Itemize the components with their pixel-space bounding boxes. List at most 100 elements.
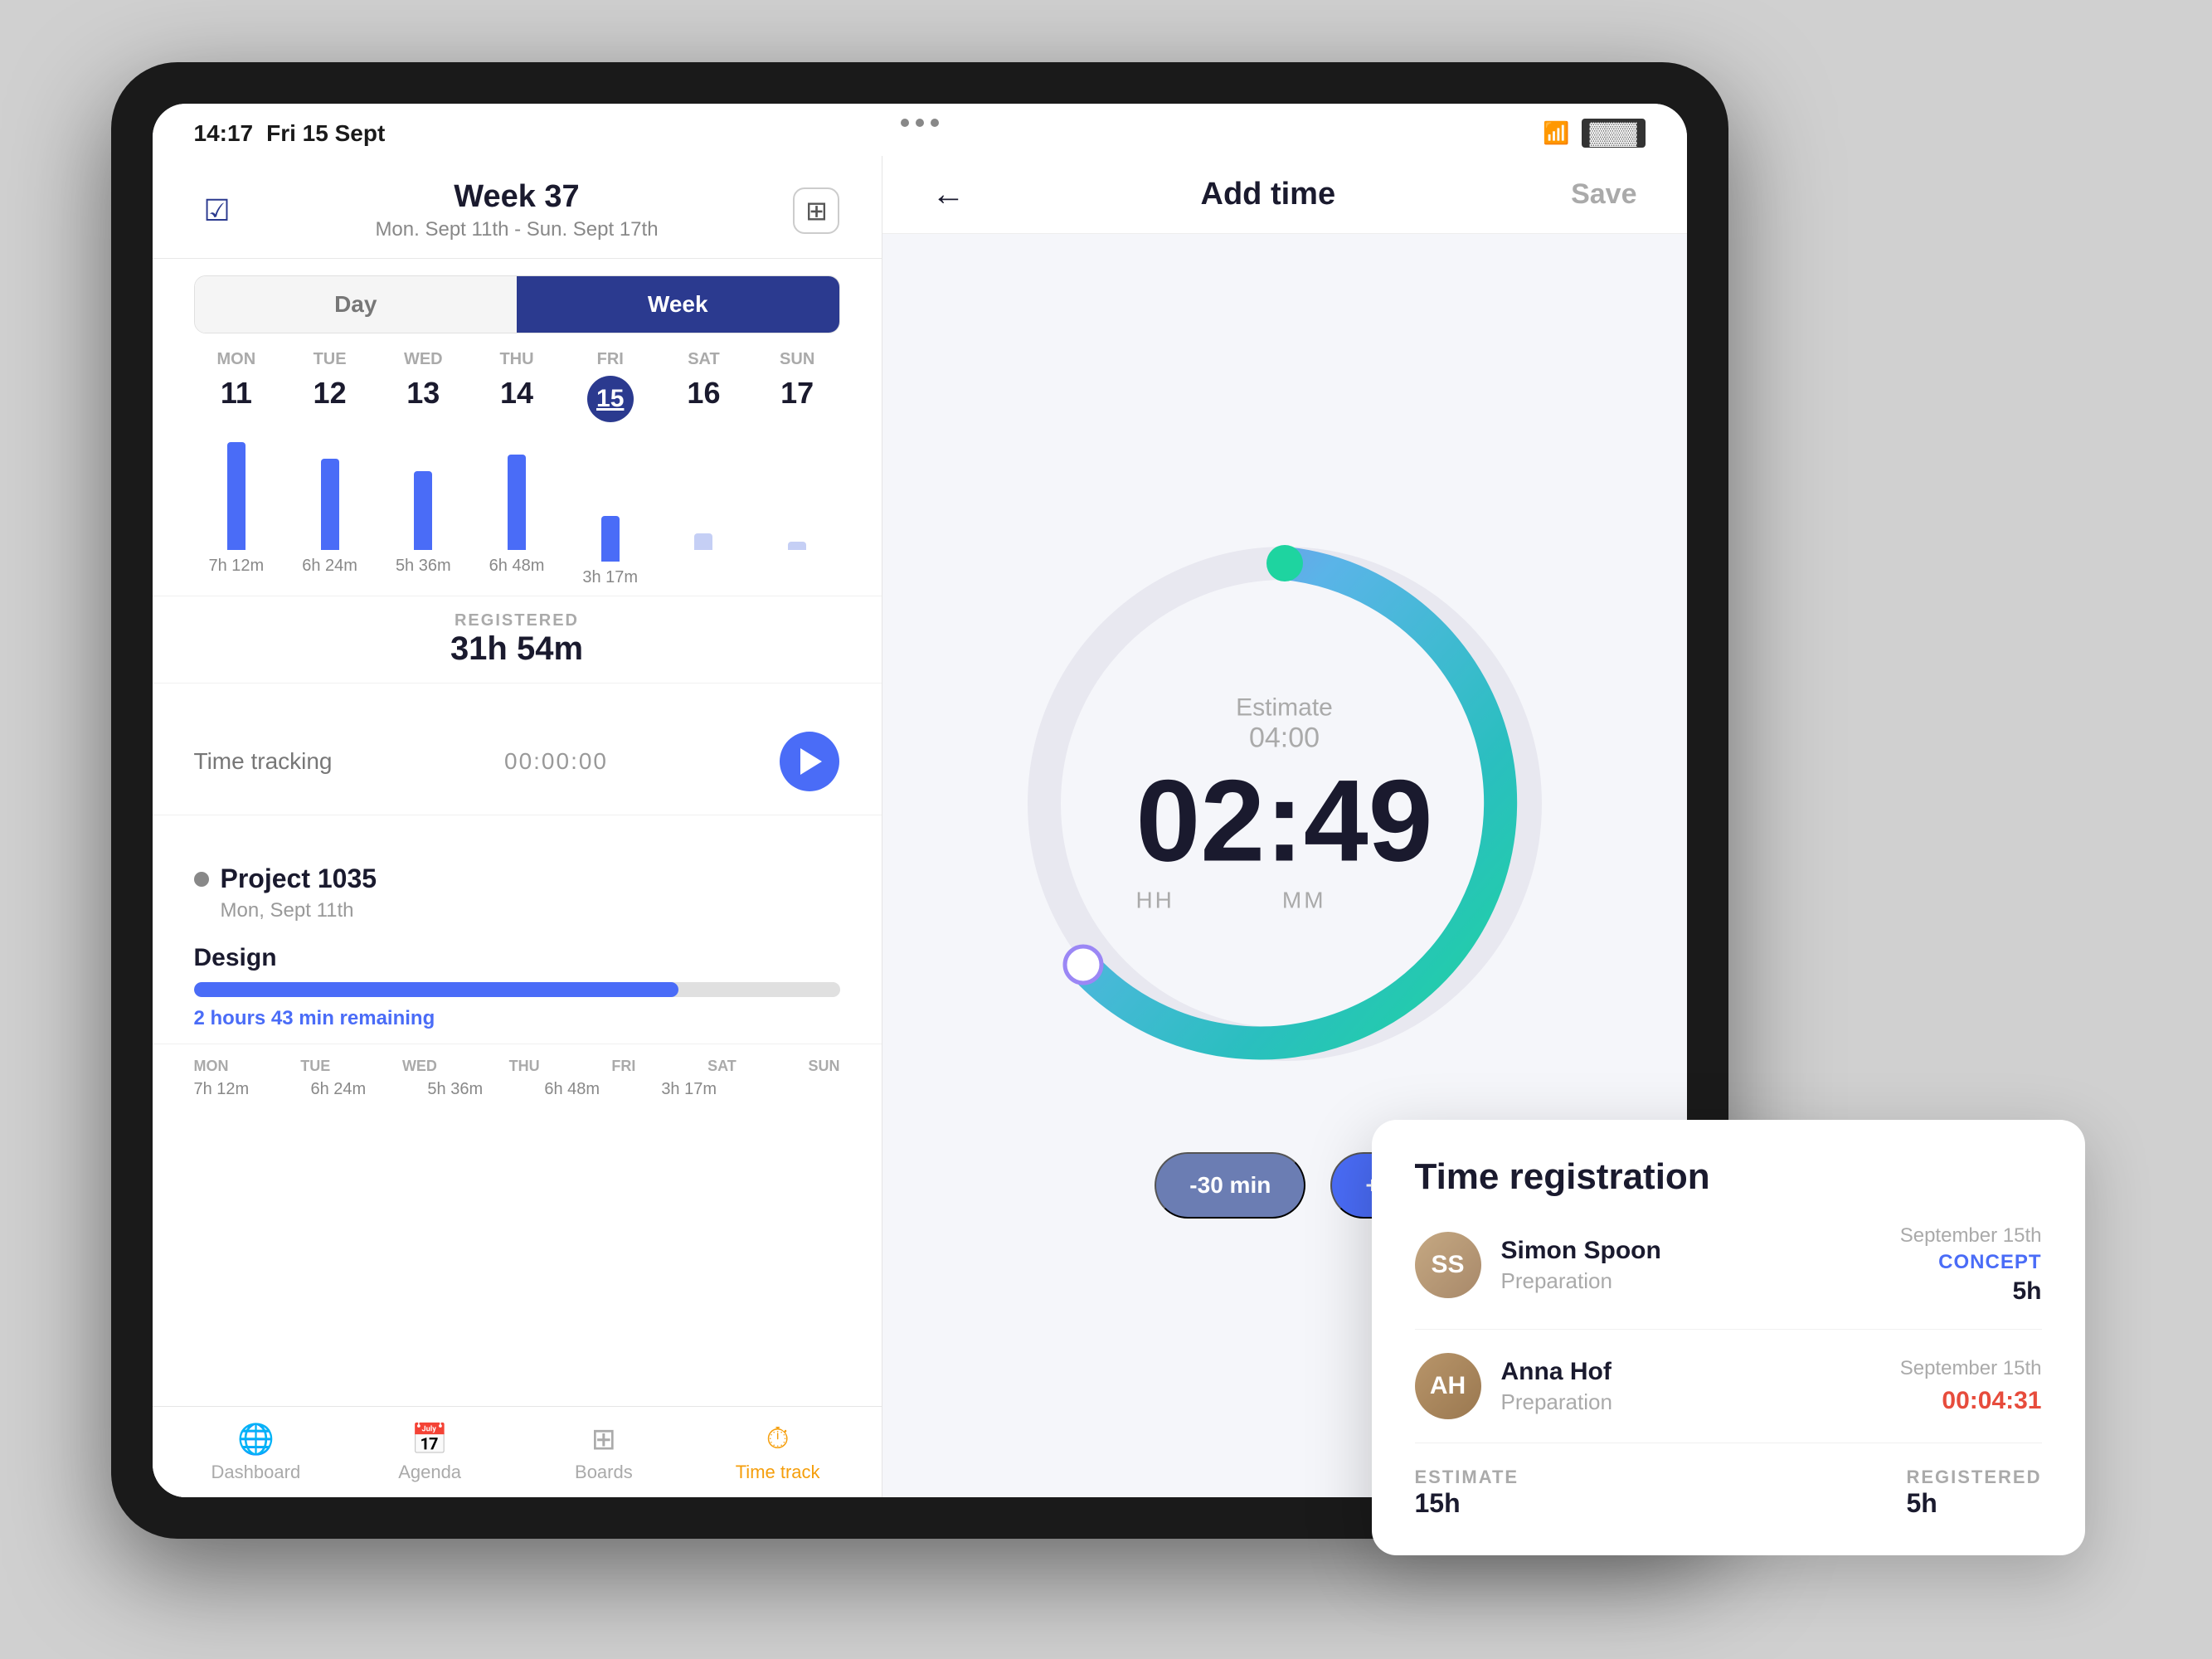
nav-dashboard[interactable]: 🌐 Dashboard bbox=[181, 1422, 330, 1483]
bottom-nav: 🌐 Dashboard 📅 Agenda ⊞ Boards ⏱ bbox=[153, 1406, 882, 1497]
time-reg-row-2: AH Anna Hof Preparation September 15th 0… bbox=[1415, 1353, 2042, 1443]
time-reg-title: Time registration bbox=[1415, 1156, 2042, 1198]
bottom-times-row: 7h 12m 6h 24m 5h 36m 6h 48m 3h 17m bbox=[194, 1080, 840, 1099]
dashboard-icon: 🌐 bbox=[237, 1422, 275, 1457]
circular-timer[interactable]: Estimate 04:00 02:49 HH MM bbox=[994, 513, 1575, 1094]
estimate-value: 04:00 bbox=[1135, 722, 1432, 754]
day-col-thu[interactable]: THU 14 6h 48m bbox=[474, 350, 560, 587]
spacer bbox=[153, 684, 882, 708]
day-bar-thu bbox=[508, 455, 526, 550]
flex-spacer bbox=[153, 1112, 882, 1406]
reg-name-anna: Anna Hof bbox=[1501, 1358, 1880, 1386]
time-registration-card: Time registration SS Simon Spoon Prepara… bbox=[1372, 1120, 2085, 1555]
nav-boards-label: Boards bbox=[575, 1462, 633, 1483]
day-col-fri[interactable]: FRI 15 3h 17m bbox=[567, 350, 653, 587]
wifi-icon: 📶 bbox=[1543, 120, 1569, 146]
time-tracking-row: Time tracking 00:00:00 bbox=[153, 708, 882, 815]
reg-badge-simon: CONCEPT bbox=[1900, 1251, 2042, 1274]
timer-handle[interactable] bbox=[1065, 946, 1101, 983]
spacer2 bbox=[153, 815, 882, 840]
checkmark-icon[interactable]: ☑ bbox=[194, 187, 241, 234]
save-button[interactable]: Save bbox=[1571, 178, 1636, 211]
day-col-sat[interactable]: SAT 16 bbox=[661, 350, 746, 587]
footer-registered-label: REGISTERED bbox=[1906, 1467, 2041, 1488]
back-button[interactable]: ← bbox=[932, 176, 965, 213]
nav-timetrack[interactable]: ⏱ Time track bbox=[703, 1421, 853, 1483]
project-dot bbox=[194, 872, 209, 887]
design-section: Design 2 hours 43 min remaining bbox=[153, 931, 882, 1044]
reg-task-anna: Preparation bbox=[1501, 1389, 1880, 1415]
day-col-mon[interactable]: MON 11 7h 12m bbox=[194, 350, 280, 587]
day-toggle[interactable]: Day bbox=[195, 276, 518, 333]
registered-label: REGISTERED bbox=[194, 611, 840, 630]
boards-icon: ⊞ bbox=[591, 1422, 616, 1457]
reg-task-simon: Preparation bbox=[1501, 1268, 1880, 1294]
project-date: Mon, Sept 11th bbox=[221, 899, 840, 922]
right-header: ← Add time Save bbox=[882, 156, 1687, 234]
avatar-simon: SS bbox=[1415, 1232, 1481, 1298]
project-section: Project 1035 Mon, Sept 11th bbox=[153, 840, 882, 931]
week-toggle[interactable]: Week bbox=[517, 276, 839, 333]
week-days: MON 11 7h 12m TUE 12 bbox=[153, 342, 882, 596]
reg-info-simon: Simon Spoon Preparation bbox=[1501, 1237, 1880, 1294]
time-reg-row-1: SS Simon Spoon Preparation September 15t… bbox=[1415, 1224, 2042, 1330]
timer-main[interactable]: 02:49 bbox=[1135, 762, 1432, 878]
registered-section: REGISTERED 31h 54m bbox=[153, 596, 882, 684]
footer-estimate-value: 15h bbox=[1415, 1488, 1519, 1519]
day-bar-fri bbox=[601, 516, 620, 562]
bottom-week: MON TUE WED THU FRI SAT SUN 7h 12m 6h 24… bbox=[153, 1044, 882, 1112]
remaining-text: 2 hours 43 min remaining bbox=[194, 1007, 840, 1030]
status-icons: 📶 ▓▓▓ bbox=[1543, 119, 1645, 148]
timer-mm: MM bbox=[1282, 887, 1326, 913]
status-bar: 14:17 Fri 15 Sept 📶 ▓▓▓ bbox=[153, 104, 1687, 156]
reg-hours-simon: 5h bbox=[1900, 1277, 2042, 1306]
nav-agenda-label: Agenda bbox=[398, 1462, 461, 1483]
play-icon bbox=[800, 748, 822, 775]
add-week-button[interactable]: ⊞ bbox=[793, 187, 839, 234]
time-tracking-label: Time tracking bbox=[194, 748, 333, 775]
design-label: Design bbox=[194, 944, 840, 972]
day-bar-mon bbox=[227, 442, 246, 550]
project-title: Project 1035 bbox=[194, 864, 840, 894]
day-bar-tue bbox=[321, 459, 339, 550]
day-col-tue[interactable]: TUE 12 6h 24m bbox=[287, 350, 372, 587]
registered-value: 31h 54m bbox=[194, 630, 840, 668]
left-panel: ☑ Week 37 Mon. Sept 11th - Sun. Sept 17t… bbox=[153, 156, 882, 1497]
progress-fill bbox=[194, 982, 678, 997]
bottom-days-row: MON TUE WED THU FRI SAT SUN bbox=[194, 1058, 840, 1075]
view-toggle[interactable]: Day Week bbox=[194, 275, 840, 333]
timer-labels: HH MM bbox=[1135, 887, 1432, 913]
timetrack-icon: ⏱ bbox=[766, 1421, 790, 1457]
nav-boards[interactable]: ⊞ Boards bbox=[529, 1422, 678, 1483]
time-reg-footer: ESTIMATE 15h REGISTERED 5h bbox=[1415, 1467, 2042, 1519]
day-bar-sat bbox=[694, 533, 712, 550]
timer-hh: HH bbox=[1135, 887, 1174, 913]
reg-date-anna: September 15th bbox=[1900, 1357, 2042, 1380]
play-button[interactable] bbox=[780, 732, 839, 791]
nav-agenda[interactable]: 📅 Agenda bbox=[355, 1422, 504, 1483]
week-range: Mon. Sept 11th - Sun. Sept 17th bbox=[375, 218, 658, 241]
reg-meta-anna: September 15th 00:04:31 bbox=[1900, 1357, 2042, 1415]
reg-date-simon: September 15th bbox=[1900, 1224, 2042, 1248]
footer-estimate-label: ESTIMATE bbox=[1415, 1467, 1519, 1488]
nav-timetrack-label: Time track bbox=[736, 1462, 820, 1483]
time-tracking-value: 00:00:00 bbox=[504, 748, 608, 775]
day-col-sun[interactable]: SUN 17 bbox=[755, 350, 840, 587]
reg-meta-simon: September 15th CONCEPT 5h bbox=[1900, 1224, 2042, 1306]
reg-hours-anna: 00:04:31 bbox=[1900, 1387, 2042, 1415]
add-time-title: Add time bbox=[1201, 177, 1336, 212]
avatar-anna: AH bbox=[1415, 1353, 1481, 1419]
status-time: 14:17 bbox=[194, 120, 254, 147]
footer-estimate: ESTIMATE 15h bbox=[1415, 1467, 1519, 1519]
left-header: ☑ Week 37 Mon. Sept 11th - Sun. Sept 17t… bbox=[153, 156, 882, 259]
timer-end-dot bbox=[1266, 545, 1303, 581]
week-title-block: Week 37 Mon. Sept 11th - Sun. Sept 17th bbox=[375, 179, 658, 241]
day-bar-sun bbox=[788, 542, 806, 550]
timer-center: Estimate 04:00 02:49 HH MM bbox=[1135, 693, 1432, 913]
nav-dashboard-label: Dashboard bbox=[211, 1462, 301, 1483]
progress-bar bbox=[194, 982, 840, 997]
day-bar-wed bbox=[414, 471, 432, 550]
minus-30-button[interactable]: -30 min bbox=[1155, 1152, 1305, 1219]
footer-registered: REGISTERED 5h bbox=[1906, 1467, 2041, 1519]
day-col-wed[interactable]: WED 13 5h 36m bbox=[381, 350, 466, 587]
